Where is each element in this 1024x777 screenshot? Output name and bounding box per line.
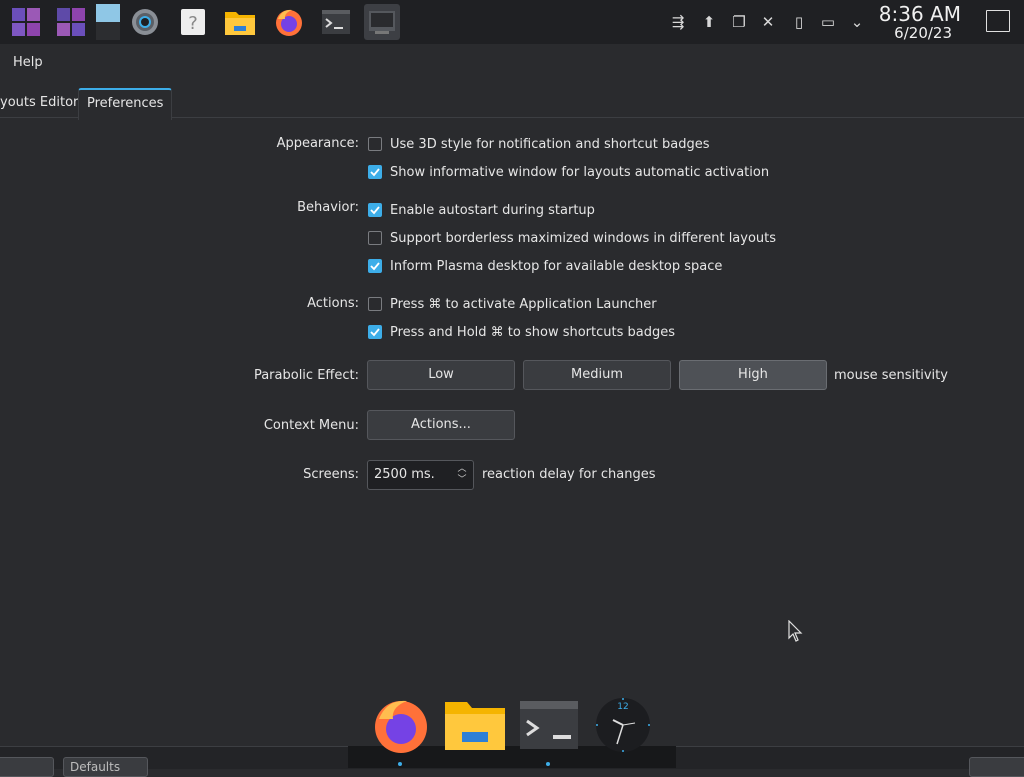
pager-button[interactable] [88,4,124,40]
checkmark-icon [370,262,380,271]
actions-label: Actions: [307,296,359,311]
checkbox-label: Support borderless maximized windows in … [390,230,777,246]
tab-layouts-editor[interactable]: youts Editor [0,89,86,117]
reaction-delay-label: reaction delay for changes [482,467,656,482]
context-menu-label: Context Menu: [263,418,359,433]
file-manager-launcher[interactable] [222,4,258,40]
checkbox[interactable] [368,231,382,245]
firefox-launcher[interactable] [271,4,307,40]
dock-firefox-indicator [398,762,402,766]
chevron-down-icon[interactable]: ⌄ [847,12,867,32]
show-desktop-button[interactable] [986,10,1010,32]
behavior-label: Behavior: [297,200,359,215]
bottom-left-button[interactable] [0,757,54,777]
checkmark-icon [370,206,380,215]
menu-help[interactable]: Help [13,55,43,70]
behavior-option-autostart[interactable]: Enable autostart during startup [368,201,595,219]
terminal-launcher[interactable] [318,4,354,40]
firefox-icon [375,700,427,753]
display-config-icon[interactable]: ▭ [818,12,838,32]
actions-option-shortcut-badges[interactable]: Press and Hold ⌘ to show shortcuts badge… [368,323,675,341]
checkbox[interactable] [368,203,382,217]
battery-icon[interactable]: ▯ [789,12,809,32]
folder-icon [225,12,255,35]
monitor-icon [369,11,395,34]
chevron-down-icon[interactable]: ﹀ [457,475,467,486]
checkbox[interactable] [368,259,382,273]
checkbox[interactable] [368,137,382,151]
parabolic-low-button[interactable]: Low [367,360,515,390]
app-launcher-button[interactable] [8,4,44,40]
settings-launcher[interactable] [127,4,163,40]
tab-preferences[interactable]: Preferences [78,88,173,120]
parabolic-effect-label: Parabolic Effect: [253,368,359,383]
mouse-cursor-icon [788,620,803,642]
appearance-option-3d-badges[interactable]: Use 3D style for notification and shortc… [368,135,710,153]
windows-grid-alt-icon [57,8,85,36]
network-share-icon[interactable]: ⇶ [668,12,688,32]
clock-date[interactable]: 6/20/23 [894,24,952,42]
behavior-option-borderless[interactable]: Support borderless maximized windows in … [368,229,776,247]
checkbox-label: Press ⌘ to activate Application Launcher [390,296,657,312]
clock-time[interactable]: 8:36 AM [879,2,961,26]
actions-option-launcher[interactable]: Press ⌘ to activate Application Launcher [368,295,657,313]
defaults-button[interactable]: Defaults [63,757,148,777]
help-question-icon: ? [181,9,205,35]
checkbox-label: Enable autostart during startup [390,202,595,218]
top-panel: ? ⇶ ⬆ ❐ ✕ ▯ ▭ ⌄ 8:36 AM 6/20/23 [0,0,1024,44]
analog-clock-icon: 12 [596,698,650,752]
checkbox-label: Show informative window for layouts auto… [390,164,770,180]
checkmark-icon [370,328,380,337]
checkmark-icon [370,168,380,177]
spinbox-value: 2500 ms. [374,467,435,482]
dock-file-manager[interactable] [444,694,506,756]
dock-terminal-indicator [546,762,550,766]
terminal-icon [520,701,578,749]
volume-muted-icon[interactable]: ✕ [758,12,778,32]
defaults-label: Defaults [70,760,121,774]
dock-firefox[interactable] [370,694,432,756]
screens-delay-spinbox[interactable]: 2500 ms. ︿ ﹀ [367,460,474,490]
svg-text:?: ? [188,13,198,34]
checkbox[interactable] [368,325,382,339]
parabolic-medium-button[interactable]: Medium [523,360,671,390]
update-icon[interactable]: ⬆ [699,12,719,32]
active-window-launcher[interactable] [364,4,400,40]
appearance-option-informative-window[interactable]: Show informative window for layouts auto… [368,163,769,181]
checkbox-label: Press and Hold ⌘ to show shortcuts badge… [390,324,675,340]
help-launcher[interactable]: ? [175,4,211,40]
svg-text:12: 12 [617,702,628,712]
clipboard-icon[interactable]: ❐ [729,12,749,32]
menu-bar: Help [0,44,1024,84]
overview-launcher-button[interactable] [53,4,89,40]
mouse-sensitivity-label: mouse sensitivity [834,368,948,383]
screens-label: Screens: [303,467,359,482]
tab-bar: youts Editor Preferences [0,86,1024,120]
checkbox-label: Inform Plasma desktop for available desk… [390,258,723,274]
gear-icon [132,9,158,35]
spinbox-arrows[interactable]: ︿ ﹀ [457,464,467,486]
behavior-option-inform-plasma[interactable]: Inform Plasma desktop for available desk… [368,257,722,275]
folder-icon [445,702,505,750]
bottom-right-button[interactable] [969,757,1024,777]
checkbox[interactable] [368,165,382,179]
appearance-label: Appearance: [276,136,359,151]
virtual-desktop-icon [96,4,120,40]
checkbox-label: Use 3D style for notification and shortc… [390,136,710,152]
terminal-icon [322,10,350,34]
windows-grid-icon [12,8,40,36]
dock-clock[interactable]: 12 [592,694,654,756]
checkbox[interactable] [368,297,382,311]
context-menu-actions-button[interactable]: Actions... [367,410,515,440]
chevron-up-icon[interactable]: ︿ [457,464,467,475]
dock-terminal[interactable] [518,694,580,756]
parabolic-high-button[interactable]: High [679,360,827,390]
firefox-icon [276,9,302,36]
